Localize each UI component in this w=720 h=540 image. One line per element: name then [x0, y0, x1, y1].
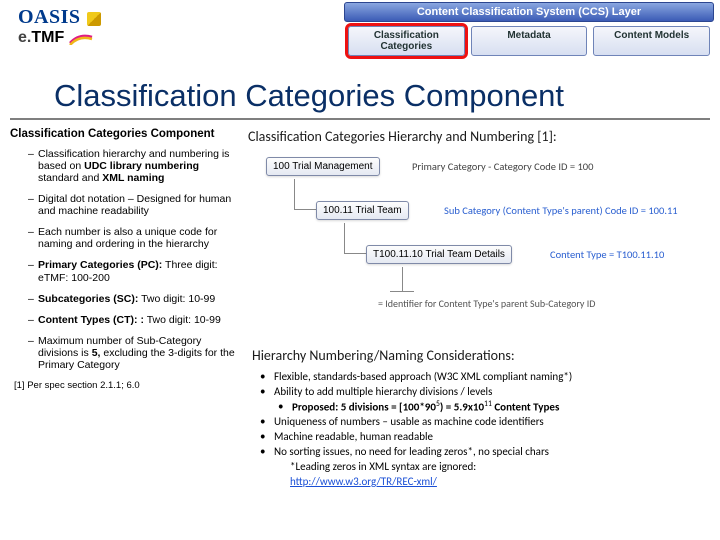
left-bullet-4: –Primary Categories (PC): Three digit: e… — [28, 259, 242, 283]
cons-2-sub: •Proposed: 5 divisions = [100*905) = 5.9… — [260, 400, 710, 416]
logo-block: OASIS e.TMF — [18, 6, 101, 47]
left-bullet-2: –Digital dot notation – Designed for hum… — [28, 193, 242, 217]
etmf-logo: e.TMF — [18, 29, 101, 47]
cons-2: •Ability to add multiple hierarchy divis… — [260, 385, 710, 400]
ccs-header-box: Content Classification System (CCS) Laye… — [344, 2, 714, 56]
right-column: Classification Categories Hierarchy and … — [242, 128, 710, 489]
ccs-layer-bar: Content Classification System (CCS) Laye… — [344, 2, 714, 22]
page-title: Classification Categories Component — [10, 78, 710, 120]
header: OASIS e.TMF Content Classification Syste… — [0, 0, 720, 78]
left-bullets: –Classification hierarchy and numbering … — [28, 148, 242, 371]
cons-4: •Machine readable, human readable — [260, 430, 710, 445]
left-bullet-1: –Classification hierarchy and numbering … — [28, 148, 242, 184]
left-bullet-5: –Subcategories (SC): Two digit: 10-99 — [28, 293, 242, 305]
considerations-heading: Hierarchy Numbering/Naming Consideration… — [252, 347, 710, 364]
right-heading: Classification Categories Hierarchy and … — [248, 128, 710, 145]
caption-contenttype: Content Type = T100.11.10 — [550, 248, 664, 261]
node-subcategory: 100.11 Trial Team — [316, 201, 409, 220]
connector-vline-3 — [402, 267, 403, 291]
node-contenttype: T100.11.10 Trial Team Details — [366, 245, 512, 264]
connector-vline-1 — [294, 179, 295, 209]
left-column: Classification Categories Component –Cla… — [10, 128, 242, 489]
left-bullet-3: –Each number is also a unique code for n… — [28, 226, 242, 250]
tab-content-models[interactable]: Content Models — [593, 26, 710, 56]
hierarchy-diagram: 100 Trial Management Primary Category - … — [248, 151, 710, 339]
tab-metadata[interactable]: Metadata — [471, 26, 588, 56]
oasis-logo-icon — [87, 12, 101, 26]
caption-primary: Primary Category - Category Code ID = 10… — [412, 160, 593, 173]
connector-hline-3 — [390, 291, 414, 292]
etmf-swoosh-icon — [69, 31, 93, 45]
connector-vline-2 — [344, 223, 345, 253]
caption-subcategory: Sub Category (Content Type's parent) Cod… — [444, 204, 678, 217]
ccs-tabs: Classification Categories Metadata Conte… — [344, 26, 714, 56]
left-heading: Classification Categories Component — [10, 128, 242, 140]
node-primary: 100 Trial Management — [266, 157, 380, 176]
etmf-tmf: TMF — [31, 29, 64, 46]
connector-hline-1 — [294, 209, 316, 210]
considerations-list: •Flexible, standards-based approach (W3C… — [260, 370, 710, 489]
cons-link-row: http://www.w3.org/TR/REC-xml/ — [260, 475, 710, 490]
tab-classification-categories[interactable]: Classification Categories — [348, 26, 465, 56]
cons-5: •No sorting issues, no need for leading … — [260, 445, 710, 460]
w3c-xml-link[interactable]: http://www.w3.org/TR/REC-xml/ — [290, 475, 437, 490]
oasis-logo-text: OASIS — [18, 6, 81, 29]
underline-caption: = Identifier for Content Type's parent S… — [378, 297, 595, 310]
left-bullet-6: –Content Types (CT): : Two digit: 10-99 — [28, 314, 242, 326]
cons-3: •Uniqueness of numbers – usable as machi… — [260, 415, 710, 430]
connector-hline-2 — [344, 253, 366, 254]
etmf-e: e. — [18, 29, 31, 46]
cons-note: *Leading zeros in XML syntax are ignored… — [260, 460, 710, 475]
columns: Classification Categories Component –Cla… — [0, 128, 720, 489]
footnote: [1] Per spec section 2.1.1; 6.0 — [14, 380, 242, 391]
left-bullet-7: –Maximum number of Sub-Category division… — [28, 335, 242, 371]
cons-1: •Flexible, standards-based approach (W3C… — [260, 370, 710, 385]
